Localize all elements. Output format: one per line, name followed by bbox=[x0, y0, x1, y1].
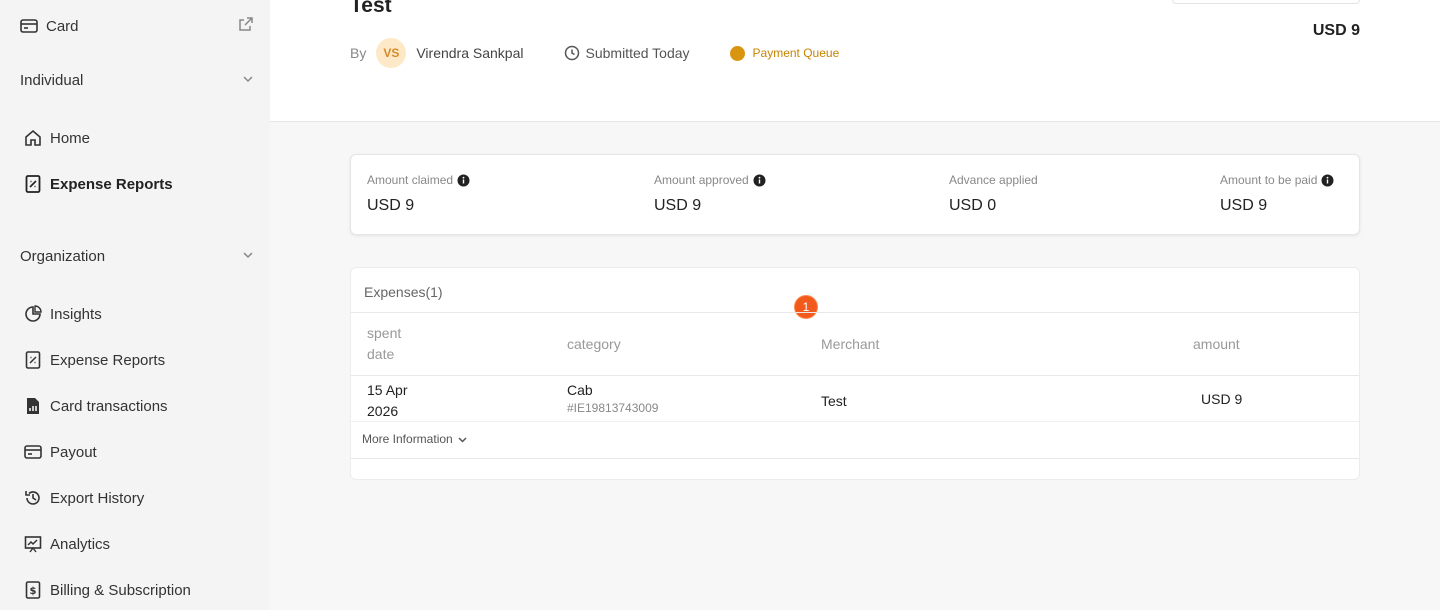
sidebar-item-org-expense-reports[interactable]: Expense Reports bbox=[24, 351, 165, 369]
card-icon bbox=[24, 443, 42, 461]
summary-label: Amount to be paid bbox=[1220, 173, 1318, 187]
sidebar-item-label: Expense Reports bbox=[50, 175, 173, 193]
history-icon bbox=[24, 489, 42, 507]
info-icon[interactable] bbox=[457, 174, 470, 187]
category-name: Cab bbox=[567, 382, 593, 398]
submitted-text: Submitted Today bbox=[585, 45, 690, 61]
column-header-amount[interactable]: amount bbox=[1193, 334, 1240, 355]
divider bbox=[351, 458, 1359, 459]
column-header-text: spent bbox=[367, 325, 402, 341]
svg-text:$: $ bbox=[30, 586, 37, 597]
avatar: VS bbox=[376, 38, 407, 68]
summary-amount-claimed: Amount claimed USD 9 bbox=[367, 173, 470, 215]
sidebar-item-home[interactable]: Home bbox=[24, 129, 90, 147]
sidebar: Card Individual Home Expense Reports Org… bbox=[0, 0, 270, 610]
status-dot-icon bbox=[729, 45, 745, 61]
summary-value: USD 9 bbox=[367, 197, 415, 214]
date-line: 2026 bbox=[367, 403, 399, 419]
sidebar-item-label: Card bbox=[46, 17, 79, 35]
external-link-icon[interactable] bbox=[238, 16, 254, 36]
chevron-down-icon bbox=[242, 248, 254, 265]
sidebar-item-expense-reports[interactable]: Expense Reports bbox=[24, 175, 173, 193]
section-label: Organization bbox=[20, 248, 106, 265]
more-information-label: More Information bbox=[362, 432, 453, 446]
info-icon[interactable] bbox=[1321, 174, 1334, 187]
file-chart-icon bbox=[24, 397, 42, 415]
divider bbox=[351, 421, 1359, 422]
status-text: Payment Queue bbox=[752, 46, 840, 60]
sidebar-item-label: Payout bbox=[50, 443, 97, 461]
presentation-chart-icon bbox=[24, 535, 42, 553]
sidebar-item-label: Expense Reports bbox=[50, 351, 166, 369]
amount-summary-card: Amount claimed USD 9 Amount approved USD… bbox=[350, 154, 1360, 235]
sidebar-item-label: Analytics bbox=[50, 535, 111, 553]
divider bbox=[351, 312, 1359, 313]
sidebar-item-label: Export History bbox=[50, 489, 145, 507]
card-icon bbox=[20, 17, 38, 35]
report-header: Test USD 9 By VS Virendra Sankpal Submit… bbox=[270, 0, 1440, 122]
expense-id: #IE19813743009 bbox=[567, 401, 659, 415]
section-label: Individual bbox=[20, 72, 84, 89]
cell-amount: USD 9 bbox=[1201, 391, 1243, 407]
receipt-icon bbox=[24, 351, 42, 369]
sidebar-item-label: Card transactions bbox=[50, 397, 168, 415]
summary-amount-approved: Amount approved USD 9 bbox=[654, 173, 766, 215]
sidebar-item-label: Insights bbox=[50, 305, 102, 323]
report-total: USD 9 bbox=[1312, 22, 1360, 39]
column-header-spent-date[interactable]: spent date bbox=[367, 323, 401, 365]
top-action-box[interactable] bbox=[1172, 0, 1360, 4]
column-header-merchant[interactable]: Merchant bbox=[821, 334, 879, 355]
sidebar-item-analytics[interactable]: Analytics bbox=[24, 535, 110, 553]
summary-advance-applied: Advance applied USD 0 bbox=[949, 173, 1038, 215]
report-meta: By VS Virendra Sankpal Submitted Today P… bbox=[350, 38, 839, 68]
sidebar-item-insights[interactable]: Insights bbox=[24, 305, 102, 323]
summary-label: Advance applied bbox=[949, 173, 1038, 187]
sidebar-item-card[interactable]: Card bbox=[20, 16, 254, 36]
pie-chart-icon bbox=[24, 305, 42, 323]
expenses-card: Expenses(1) 1 spent date category Mercha… bbox=[350, 267, 1360, 480]
home-icon bbox=[24, 129, 42, 147]
section-individual[interactable]: Individual bbox=[20, 72, 254, 89]
summary-amount-to-be-paid: Amount to be paid USD 9 bbox=[1220, 173, 1334, 215]
chevron-down-icon bbox=[457, 434, 468, 445]
clock-icon bbox=[564, 45, 580, 61]
sidebar-item-billing[interactable]: $ Billing & Subscription bbox=[24, 581, 191, 599]
status-badge: Payment Queue bbox=[729, 45, 840, 61]
date-line: 15 Apr bbox=[367, 382, 408, 398]
sidebar-item-payout[interactable]: Payout bbox=[24, 443, 97, 461]
info-icon[interactable] bbox=[753, 174, 766, 187]
sidebar-item-card-transactions[interactable]: Card transactions bbox=[24, 397, 168, 415]
receipt-icon bbox=[24, 175, 42, 193]
page-title: Test bbox=[350, 0, 392, 17]
cell-merchant: Test bbox=[821, 393, 847, 409]
summary-value: USD 9 bbox=[654, 197, 702, 214]
billing-icon: $ bbox=[24, 581, 42, 599]
submitter-name: Virendra Sankpal bbox=[416, 45, 524, 61]
expenses-title: Expenses(1) bbox=[364, 284, 443, 300]
summary-value: USD 9 bbox=[1220, 197, 1268, 214]
summary-label: Amount claimed bbox=[367, 173, 454, 187]
summary-value: USD 0 bbox=[949, 197, 997, 214]
column-header-text: date bbox=[367, 346, 395, 362]
column-header-category[interactable]: category bbox=[567, 334, 621, 355]
more-information-toggle[interactable]: More Information bbox=[362, 432, 468, 446]
submitted-info: Submitted Today bbox=[564, 45, 690, 61]
sidebar-item-export-history[interactable]: Export History bbox=[24, 489, 144, 507]
notification-badge[interactable]: 1 bbox=[794, 295, 818, 319]
cell-category: Cab #IE19813743009 bbox=[567, 380, 658, 415]
chevron-down-icon bbox=[242, 72, 254, 89]
divider bbox=[351, 375, 1359, 376]
sidebar-item-label: Billing & Subscription bbox=[50, 581, 191, 599]
section-organization[interactable]: Organization bbox=[20, 248, 254, 265]
sidebar-item-label: Home bbox=[50, 129, 91, 147]
cell-spent-date: 15 Apr 2026 bbox=[367, 380, 407, 422]
by-label: By bbox=[350, 45, 367, 61]
summary-label: Amount approved bbox=[654, 173, 749, 187]
